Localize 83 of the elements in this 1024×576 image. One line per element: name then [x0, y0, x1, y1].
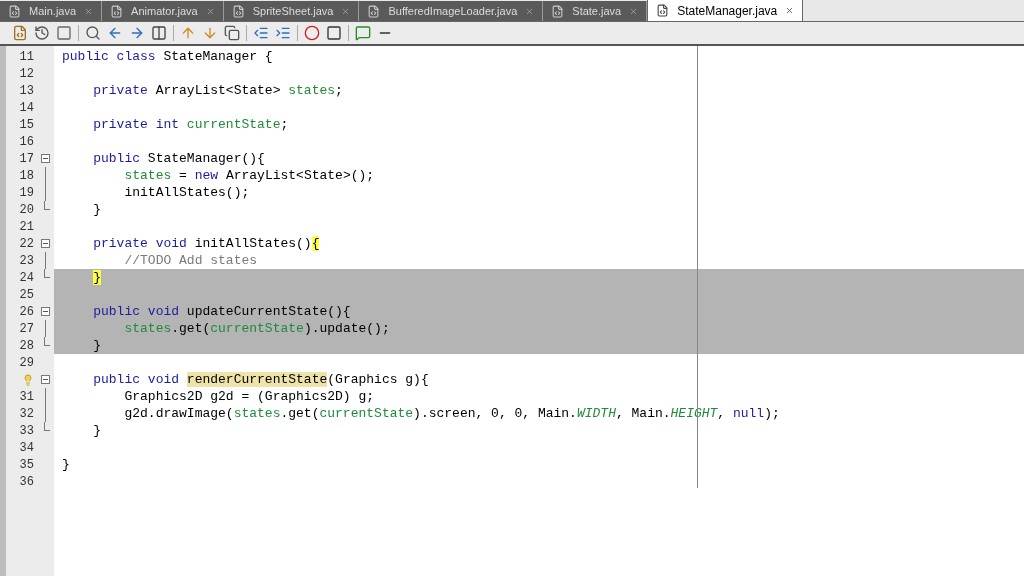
line-number: 18 — [19, 167, 34, 185]
tab-label: SpriteSheet.java — [252, 3, 334, 19]
file-tab[interactable]: Animator.java — [102, 1, 224, 21]
arrow-up-icon[interactable] — [180, 25, 196, 41]
java-file-icon — [110, 4, 124, 18]
comment-icon[interactable] — [355, 25, 371, 41]
line-number: 12 — [19, 65, 34, 83]
code-line: private int currentState; — [92, 116, 289, 133]
code-line: public void updateCurrentState(){ — [92, 303, 351, 320]
line-number: 33 — [19, 422, 34, 440]
code-line: } — [62, 456, 70, 473]
file-tab[interactable]: State.java — [543, 1, 648, 21]
tab-label: Main.java — [29, 3, 77, 19]
fold-toggle[interactable] — [40, 307, 50, 316]
code-line: public void renderCurrentState(Graphics g){ — [92, 371, 429, 388]
square-icon[interactable] — [56, 25, 72, 41]
line-number: 20 — [19, 201, 34, 219]
line-number: 21 — [19, 218, 34, 236]
code-line: //TODO Add states — [123, 252, 258, 269]
java-file-icon — [656, 4, 670, 17]
record-icon[interactable] — [304, 25, 320, 41]
line-number: 28 — [19, 337, 34, 355]
line-number: 32 — [19, 405, 34, 423]
copy-icon[interactable] — [224, 25, 240, 41]
code-line: private void initAllStates(){ — [92, 235, 320, 252]
stop-icon[interactable] — [326, 25, 342, 41]
java-file-icon — [551, 4, 565, 18]
line-number: 35 — [19, 456, 34, 474]
line-number: 27 — [19, 320, 34, 338]
line-number: 31 — [19, 388, 34, 406]
line-number: 26 — [19, 303, 34, 321]
java-file-icon — [231, 4, 245, 18]
tab-label: Animator.java — [131, 3, 198, 19]
line-number: 14 — [19, 99, 34, 117]
java-file-icon — [367, 4, 381, 18]
close-icon[interactable] — [629, 6, 639, 16]
search-icon[interactable] — [85, 25, 101, 41]
columns-icon[interactable] — [151, 25, 167, 41]
indent-left-icon[interactable] — [253, 25, 269, 41]
close-icon[interactable] — [84, 6, 94, 16]
file-tab[interactable]: StateManager.java — [647, 0, 804, 21]
code-line: initAllStates(); — [123, 184, 250, 201]
line-number: 17 — [19, 150, 34, 168]
tab-label: State.java — [572, 3, 622, 19]
java-file-icon — [8, 4, 21, 18]
fold-toggle[interactable] — [40, 375, 50, 384]
line-number: 36 — [19, 473, 34, 491]
tab-label: StateManager.java — [677, 2, 778, 20]
close-icon[interactable] — [205, 6, 215, 16]
code-line: private ArrayList<State> states; — [92, 82, 343, 99]
code-line: } — [92, 422, 102, 439]
line-number: 23 — [19, 252, 34, 270]
close-icon[interactable] — [341, 6, 351, 16]
file-tab[interactable]: BufferedImageLoader.java — [359, 1, 544, 21]
code-line: g2d.drawImage(states.get(currentState).screen, 0, 0, Main.WIDTH, Main.HEIGHT, null); — [123, 405, 780, 422]
line-number: 24 — [19, 269, 34, 287]
indent-right-icon[interactable] — [275, 25, 291, 41]
code-line: states.get(currentState).update(); — [123, 320, 390, 337]
code-line: Graphics2D g2d = (Graphics2D) g; — [123, 388, 375, 405]
line-number: 19 — [19, 184, 34, 202]
line-number: 16 — [19, 133, 34, 151]
history-icon[interactable] — [34, 25, 50, 41]
arrow-down-icon[interactable] — [202, 25, 218, 41]
line-number: 25 — [19, 286, 34, 304]
line-number: 22 — [19, 235, 34, 253]
file-tab[interactable]: Main.java — [0, 1, 103, 21]
fold-toggle[interactable] — [40, 239, 50, 248]
code-line: } — [92, 201, 102, 218]
fold-toggle[interactable] — [40, 154, 50, 163]
line-number: 15 — [19, 116, 34, 134]
close-icon[interactable] — [525, 6, 535, 16]
code-line: } — [92, 337, 102, 354]
tab-label: BufferedImageLoader.java — [388, 3, 518, 19]
code-line: states = new ArrayList<State>(); — [123, 167, 375, 184]
source-icon[interactable] — [12, 25, 28, 41]
code-line: public class StateManager { — [62, 48, 273, 65]
line-number: 13 — [19, 82, 34, 100]
code-line: public StateManager(){ — [92, 150, 265, 167]
line-number: 34 — [19, 439, 34, 457]
line-number: 11 — [19, 48, 34, 66]
close-icon[interactable] — [785, 6, 795, 15]
line-number: 29 — [19, 354, 34, 372]
file-tab[interactable]: SpriteSheet.java — [223, 1, 360, 21]
